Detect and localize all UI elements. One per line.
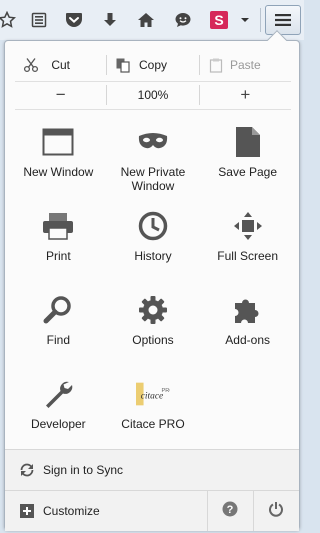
developer-wrench-icon [41,377,75,411]
main-menu-panel: Cut Copy Paste − 100% + New Window New P… [4,30,300,531]
help-button[interactable]: ? [207,491,251,531]
item-label: New Window [23,165,94,179]
item-label: New Private Window [120,165,186,193]
cut-button[interactable]: Cut [15,51,106,79]
zoom-reset-button[interactable]: 100% [107,83,198,107]
addons-button[interactable]: Add-ons [200,289,295,373]
dropdown-icon[interactable] [234,9,256,31]
history-button[interactable]: History [106,205,201,289]
save-page-icon [231,125,265,159]
item-label: Options [132,333,174,347]
item-label: Developer [30,417,86,431]
developer-button[interactable]: Developer [11,373,106,457]
paste-icon [208,57,224,76]
find-magnifier-icon [41,293,75,327]
sync-icon [19,462,35,478]
cut-label: Cut [51,58,70,72]
pocket-icon[interactable] [63,9,85,31]
reading-list-icon[interactable] [28,9,50,31]
citace-pro-logo: citace PRO [135,377,170,411]
item-label: Add-ons [225,333,270,347]
help-icon: ? [222,501,238,522]
save-page-button[interactable]: Save Page [200,121,295,205]
item-label: Find [46,333,70,347]
citace-pro-button[interactable]: citace PRO Citace PRO [106,373,201,457]
copy-label: Copy [138,58,167,72]
private-mask-icon [136,125,170,159]
copy-icon [115,57,131,76]
svg-text:PRO: PRO [161,388,170,394]
home-icon[interactable] [135,9,157,31]
edit-controls: Cut Copy Paste [15,51,291,79]
history-clock-icon [136,209,170,243]
item-label: Save Page [218,165,278,179]
paste-label: Paste [229,58,261,72]
s-extension-icon[interactable]: S [208,9,230,31]
star-icon[interactable] [0,9,18,31]
new-private-window-button[interactable]: New Private Window [106,121,201,205]
scissors-icon [23,57,39,76]
new-window-icon [41,125,75,159]
addons-puzzle-icon [231,293,265,327]
svg-text:citace: citace [141,392,164,402]
divider [15,109,291,110]
options-gear-icon [136,293,170,327]
sync-label: Sign in to Sync [43,463,124,477]
zoom-in-button[interactable]: + [200,83,291,107]
customize-label[interactable]: Customize [43,504,100,518]
svg-text:?: ? [226,504,233,516]
power-icon [268,501,284,522]
browser-toolbar: S [0,0,304,40]
toolbar-separator [260,8,261,32]
copy-button[interactable]: Copy [107,51,198,79]
customize-row: Customize ? [5,491,299,531]
item-label: Citace PRO [121,417,185,431]
new-window-button[interactable]: New Window [11,121,106,205]
paste-button[interactable]: Paste [200,51,291,79]
emoji-icon[interactable] [172,9,194,31]
item-label: History [134,249,172,263]
divider [15,81,291,82]
hamburger-menu-icon[interactable] [265,5,301,35]
zoom-out-button[interactable]: − [15,83,106,107]
sync-row[interactable]: Sign in to Sync [5,450,299,490]
item-label: Full Screen [217,249,278,263]
quit-button[interactable] [253,491,297,531]
options-button[interactable]: Options [106,289,201,373]
customize-plus-icon[interactable] [19,503,35,519]
zoom-controls: − 100% + [15,83,291,107]
full-screen-icon [231,209,265,243]
item-label: Print [45,249,71,263]
full-screen-button[interactable]: Full Screen [200,205,295,289]
find-button[interactable]: Find [11,289,106,373]
print-button[interactable]: Print [11,205,106,289]
menu-grid: New Window New Private Window Save Page … [11,121,295,457]
download-icon[interactable] [99,9,121,31]
print-icon [41,209,75,243]
